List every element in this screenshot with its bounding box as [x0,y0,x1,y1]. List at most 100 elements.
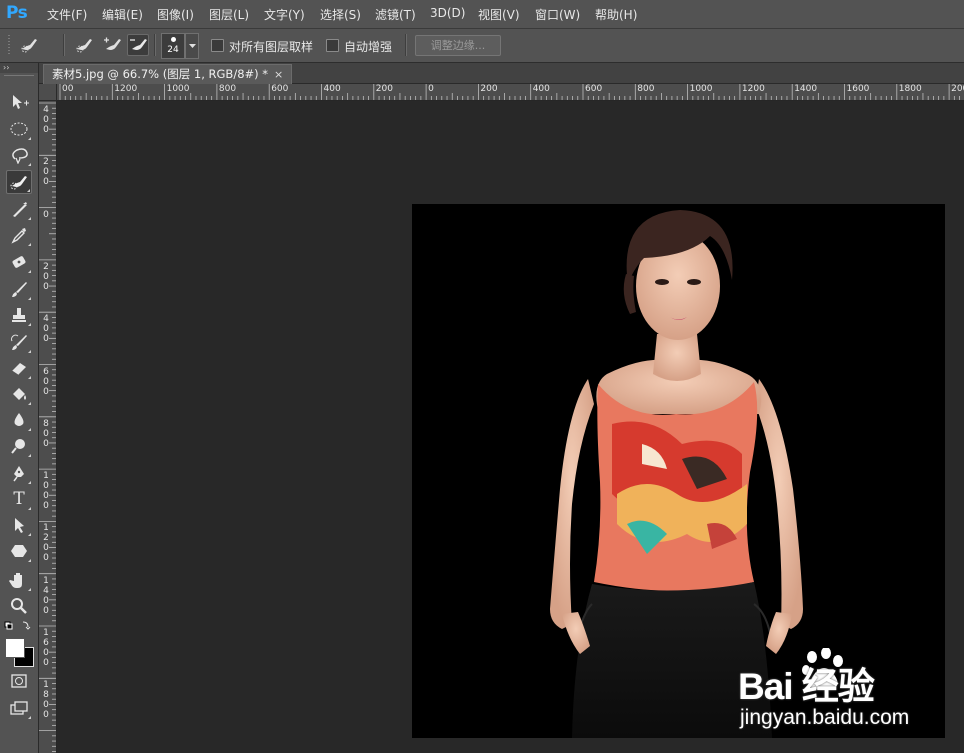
document-tab[interactable]: 素材5.jpg @ 66.7% (图层 1, RGB/8#) * × [43,64,293,84]
path-selection-tool[interactable] [6,513,32,537]
ruler-label: 800 [43,418,49,449]
ruler-label: 200 [375,84,393,94]
pen-tool[interactable] [6,461,32,485]
eraser-icon [11,363,26,376]
menu-select[interactable]: 选择(S) [320,6,361,23]
auto-enhance-checkbox[interactable] [326,39,339,52]
tool-preset-picker[interactable] [19,34,41,56]
menu-edit[interactable]: 编辑(E) [102,6,143,23]
menu-window[interactable]: 窗口(W) [535,6,580,23]
history-brush-tool[interactable] [6,330,32,354]
menu-type[interactable]: 文字(Y) [264,6,305,23]
path-selection-icon [15,518,24,533]
healing-brush-icon [12,256,26,268]
ellipse-marquee-tool[interactable] [6,117,32,141]
quick-mask-button[interactable] [6,669,32,693]
ruler-label: 0 [43,209,49,220]
horizontal-ruler-ticks [59,84,960,100]
screen-mode-button[interactable] [6,696,32,720]
pen-icon [13,466,24,482]
ruler-label: 1600 [846,84,870,94]
swap-colors-icon [22,621,31,630]
menu-3d[interactable]: 3D(D) [430,6,465,20]
eyedropper-tool[interactable] [6,223,32,247]
brush-dropdown-button[interactable] [185,33,199,59]
neck [653,334,701,381]
baidu-jingyan-watermark: Bai 经验 jingyan.baidu.com [738,648,958,740]
shape-tool[interactable] [6,539,32,563]
subtract-from-selection-button[interactable] [127,34,149,56]
menu-file[interactable]: 文件(F) [47,6,87,23]
new-selection-button[interactable] [74,34,96,56]
toolbox-grip[interactable] [4,75,34,76]
watermark-url: jingyan.baidu.com [740,706,910,729]
ruler-origin[interactable] [39,84,57,101]
ruler-label: 1200 [741,84,765,94]
foreground-color-swatch[interactable] [5,638,25,658]
ruler-label: 600 [271,84,289,94]
quick-selection-tool[interactable] [6,170,32,194]
ruler-label: 0 [428,84,434,94]
lasso-icon [12,148,28,164]
brush-tool[interactable] [6,277,32,301]
photoshop-logo: Ps [6,3,28,23]
move-icon [13,95,29,109]
ruler-label: 400 [43,105,49,135]
crop-tool[interactable] [6,197,32,221]
move-tool[interactable] [6,90,32,114]
refine-edge-button[interactable]: 调整边缘... [415,35,501,56]
menu-layer[interactable]: 图层(L) [209,6,249,23]
ruler-label: 1200 [114,84,138,94]
ruler-label: 800 [637,84,655,94]
zoom-tool[interactable] [6,594,32,618]
menu-help[interactable]: 帮助(H) [595,6,637,23]
color-swatch-controls[interactable] [4,620,34,632]
ellipse-marquee-icon [10,122,28,136]
brush-size-value: 24 [167,45,179,55]
brush-size-picker[interactable]: 24 [161,33,185,59]
clone-stamp-tool[interactable] [6,303,32,327]
watermark-brand: Bai 经验 [738,666,875,707]
close-icon[interactable]: × [274,68,283,81]
hand-icon [9,573,22,588]
crop-icon [13,202,27,217]
lasso-tool[interactable] [6,143,32,167]
quick-selection-icon [10,176,27,190]
sample-all-layers-checkbox[interactable] [211,39,224,52]
subtract-from-selection-icon [130,39,147,50]
clone-stamp-icon [12,308,26,322]
toolbox-collapse-button[interactable]: ›› [0,63,38,73]
menu-bar: Ps 文件(F) 编辑(E) 图像(I) 图层(L) 文字(Y) 选择(S) 滤… [0,0,964,29]
add-to-selection-button[interactable] [101,34,123,56]
menu-filter[interactable]: 滤镜(T) [375,6,416,23]
ruler-label: 1000 [689,84,713,94]
hexagon-shape-icon [11,545,27,557]
ruler-label: 600 [43,366,49,397]
ruler-label: 2000 [951,84,964,94]
document-tab-title: 素材5.jpg @ 66.7% (图层 1, RGB/8#) * [52,67,269,81]
ruler-label: 1000 [43,471,49,512]
horizontal-ruler[interactable]: 00 1200 1000 800 600 400 200 0 200 400 600 800 1000 1… [57,84,964,101]
menu-image[interactable]: 图像(I) [157,6,194,23]
options-grip[interactable] [8,35,10,55]
hand-tool[interactable] [6,568,32,592]
ruler-label: 1600 [43,628,49,668]
dodge-icon [11,439,25,454]
vertical-ruler[interactable]: 400 200 0 200 400 600 800 1000 1200 1400 1600 1800 [39,101,57,753]
brush-icon [12,282,27,297]
ruler-label: 400 [323,84,341,94]
type-tool[interactable]: T [6,487,32,511]
ruler-label: 400 [532,84,550,94]
dodge-tool[interactable] [6,434,32,458]
type-icon: T [13,488,25,509]
eraser-tool[interactable] [6,356,32,380]
blur-tool[interactable] [6,408,32,432]
ruler-label: 1400 [43,575,49,616]
ruler-label: 200 [480,84,498,94]
menu-view[interactable]: 视图(V) [478,6,520,23]
healing-brush-tool[interactable] [6,250,32,274]
ruler-label: 600 [585,84,603,94]
paint-bucket-tool[interactable] [6,382,32,406]
left-arm [550,379,594,629]
ruler-label: 00 [62,84,74,94]
